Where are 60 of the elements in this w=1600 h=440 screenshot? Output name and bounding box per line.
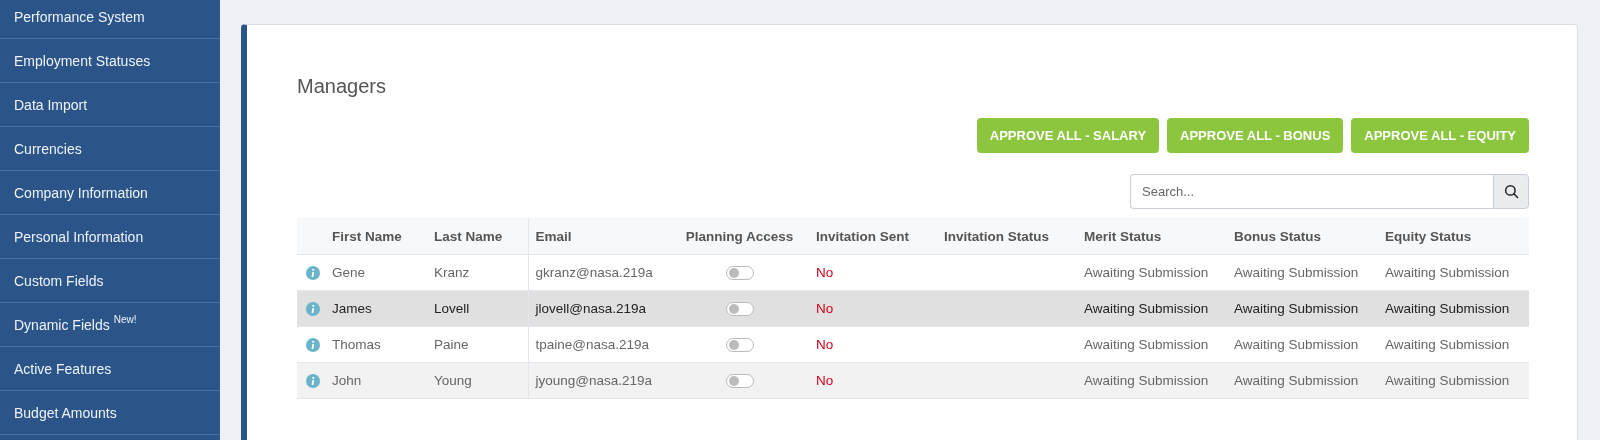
table-cell: No: [816, 265, 834, 280]
table-cell: Awaiting Submission: [1084, 337, 1209, 352]
table-cell: Awaiting Submission: [1385, 265, 1510, 280]
planning-access-toggle[interactable]: [725, 266, 754, 281]
column-header: Merit Status: [1077, 218, 1227, 255]
table-cell: Kranz: [434, 265, 470, 280]
column-header: Equity Status: [1378, 218, 1529, 255]
sidebar-item[interactable]: Performance System: [0, 0, 220, 39]
sidebar-item[interactable]: Company Information: [0, 171, 220, 215]
table-cell: James: [332, 301, 372, 316]
planning-access-toggle[interactable]: [725, 338, 754, 353]
sidebar-item[interactable]: Employment Statuses: [0, 39, 220, 83]
search-field[interactable]: Search...: [1130, 174, 1493, 209]
table-cell: jyoung@nasa.219a: [535, 373, 653, 388]
column-header: Invitation Status: [937, 218, 1077, 255]
sidebar-item[interactable]: Dynamic Fields $^{New!}$: [0, 303, 220, 347]
search-icon: [1503, 184, 1519, 199]
table-cell: No: [816, 337, 834, 352]
info-icon[interactable]: [306, 337, 320, 352]
table-cell: Awaiting Submission: [1385, 337, 1510, 352]
table-cell: gkranz@nasa.219a: [535, 265, 653, 280]
info-icon[interactable]: [306, 373, 320, 388]
sidebar-item[interactable]: Budget Amounts: [0, 391, 220, 435]
sidebar-item[interactable]: Personal Information: [0, 215, 220, 259]
page-title: Managers: [297, 74, 387, 99]
table-cell: No: [816, 301, 834, 316]
table-cell: Paine: [434, 337, 469, 352]
column-header: Last Name: [427, 218, 528, 255]
column-header: Email: [528, 218, 663, 255]
table-cell: Awaiting Submission: [1385, 373, 1510, 388]
table-cell: Awaiting Submission: [1234, 337, 1359, 352]
column-header: Planning Access: [663, 218, 809, 255]
table-cell: tpaine@nasa.219a: [535, 337, 650, 352]
table-cell: Gene: [332, 265, 366, 280]
table-cell: Young: [434, 373, 472, 388]
table-cell: Awaiting Submission: [1084, 373, 1209, 388]
sidebar-item[interactable]: Active Features: [0, 347, 220, 391]
column-header: First Name: [325, 218, 427, 255]
info-icon[interactable]: [306, 265, 320, 280]
column-header: Invitation Sent: [809, 218, 937, 255]
table-cell: John: [332, 373, 362, 388]
table-cell: No: [816, 373, 834, 388]
sidebar-item[interactable]: Currencies: [0, 127, 220, 171]
table-cell: Awaiting Submission: [1234, 265, 1359, 280]
table-cell: jlovell@nasa.219a: [535, 301, 647, 316]
table-cell: Awaiting Submission: [1234, 301, 1359, 316]
sidebar-item[interactable]: Data Import: [0, 83, 220, 127]
table-cell: Thomas: [332, 337, 381, 352]
table-cell: Awaiting Submission: [1234, 373, 1359, 388]
table-cell: Awaiting Submission: [1385, 301, 1510, 316]
sidebar-item[interactable]: Custom Fields: [0, 259, 220, 303]
new-label: New!: [113, 314, 137, 325]
column-header: Bonus Status: [1227, 218, 1378, 255]
planning-access-toggle[interactable]: [725, 374, 754, 389]
table-cell: Awaiting Submission: [1084, 265, 1209, 280]
planning-access-toggle[interactable]: [725, 302, 754, 317]
info-icon[interactable]: [306, 301, 320, 316]
table-cell: Lovell: [434, 301, 470, 316]
search-button[interactable]: [1493, 174, 1529, 209]
table-cell: Awaiting Submission: [1084, 301, 1209, 316]
